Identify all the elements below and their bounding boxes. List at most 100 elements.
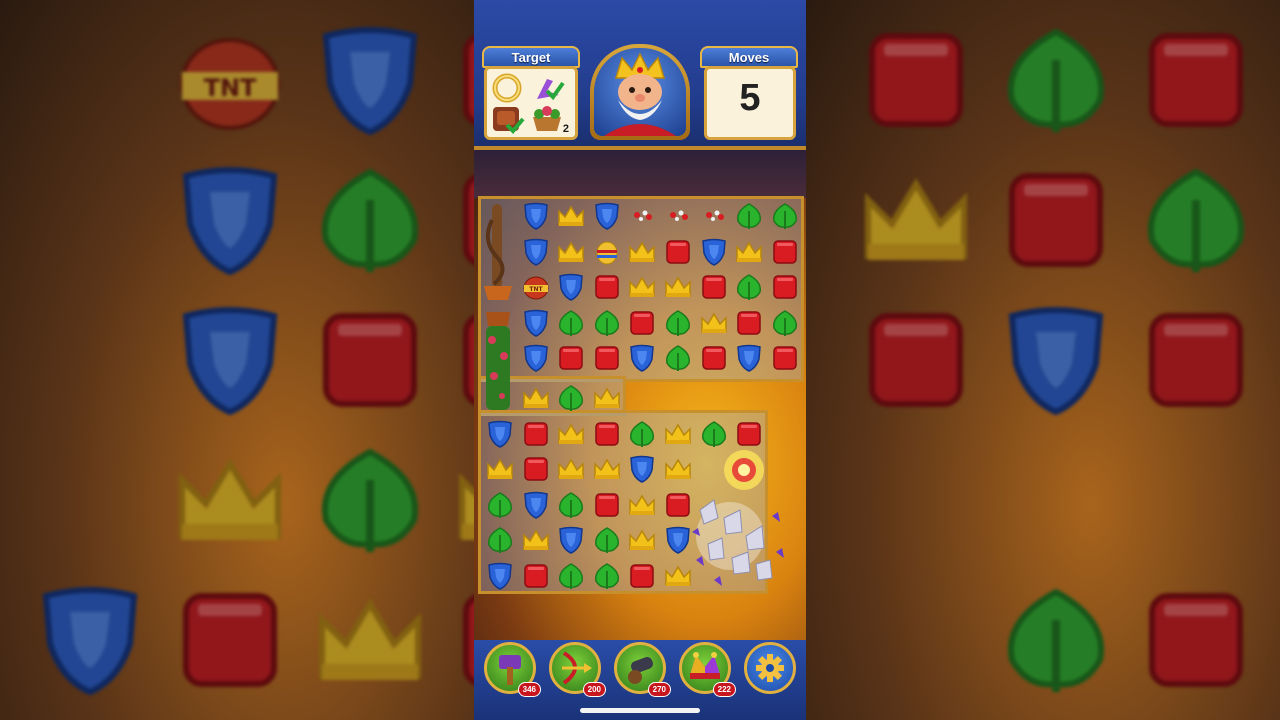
board-cell[interactable] xyxy=(624,487,660,523)
board-cell[interactable] xyxy=(482,451,518,487)
board-cell[interactable] xyxy=(660,340,696,376)
board-cell[interactable] xyxy=(589,558,625,594)
board-cell[interactable] xyxy=(696,305,732,341)
board-cell[interactable] xyxy=(518,522,554,558)
board-cell[interactable] xyxy=(624,340,660,376)
board-cell[interactable] xyxy=(660,198,696,234)
board-cell[interactable] xyxy=(482,558,518,594)
board-cell[interactable] xyxy=(624,198,660,234)
board-cell[interactable] xyxy=(767,198,803,234)
red-book-piece xyxy=(595,493,619,517)
background-tile xyxy=(310,300,430,420)
jester-booster-button[interactable]: 222 xyxy=(679,642,736,697)
board-cell[interactable] xyxy=(518,380,554,416)
background-tile xyxy=(856,300,976,420)
cannon-count: 270 xyxy=(647,682,671,697)
background-tile xyxy=(170,300,290,420)
blue-shield-piece xyxy=(488,420,512,448)
background-tile xyxy=(310,20,430,140)
board-cell[interactable] xyxy=(589,416,625,452)
board-cell[interactable] xyxy=(767,305,803,341)
board-cell[interactable] xyxy=(482,522,518,558)
vine-obstacle xyxy=(484,204,512,410)
board-cell[interactable] xyxy=(589,380,625,416)
board-cell[interactable] xyxy=(553,487,589,523)
king-portrait xyxy=(590,44,690,140)
board-cell[interactable] xyxy=(624,416,660,452)
board-cell[interactable] xyxy=(553,198,589,234)
gold-ring-icon xyxy=(492,73,522,103)
arrow-booster-button[interactable]: 200 xyxy=(549,642,606,697)
background-tile xyxy=(450,580,474,700)
board-cell[interactable]: TNT xyxy=(518,269,554,305)
board-cell[interactable] xyxy=(660,305,696,341)
board-cell[interactable] xyxy=(553,416,589,452)
board-cell[interactable] xyxy=(553,380,589,416)
board-cell[interactable] xyxy=(553,558,589,594)
settings-button[interactable] xyxy=(744,642,796,694)
board-cell[interactable] xyxy=(553,522,589,558)
board-cell[interactable] xyxy=(696,269,732,305)
red-book-piece xyxy=(869,33,963,127)
board-cell[interactable] xyxy=(660,269,696,305)
board-cell[interactable] xyxy=(589,234,625,270)
board-cell[interactable] xyxy=(518,198,554,234)
yellow-crown-piece xyxy=(665,276,691,298)
board-cell[interactable] xyxy=(767,340,803,376)
board-cell[interactable] xyxy=(589,305,625,341)
board-cell[interactable] xyxy=(731,340,767,376)
board-cell[interactable] xyxy=(731,305,767,341)
board-cell[interactable] xyxy=(624,269,660,305)
board-cell[interactable] xyxy=(553,234,589,270)
board-cell[interactable] xyxy=(731,198,767,234)
green-leaf-piece xyxy=(322,168,418,272)
board-cell[interactable] xyxy=(624,305,660,341)
board-cell[interactable] xyxy=(767,234,803,270)
red-book-piece xyxy=(463,314,474,406)
green-leaf-piece xyxy=(559,563,584,589)
board-cell[interactable] xyxy=(553,269,589,305)
background-tile xyxy=(310,580,430,700)
board-cell[interactable] xyxy=(696,340,732,376)
lantern-bomb-piece xyxy=(596,241,618,265)
board-cell[interactable] xyxy=(589,487,625,523)
board-cell[interactable] xyxy=(518,305,554,341)
wooden-peg-icon xyxy=(493,107,525,134)
board-cell[interactable] xyxy=(624,522,660,558)
board-cell[interactable] xyxy=(660,234,696,270)
board-cell[interactable] xyxy=(518,451,554,487)
board-cell[interactable] xyxy=(553,340,589,376)
background-right-blur xyxy=(806,0,1280,720)
board-cell[interactable] xyxy=(731,269,767,305)
board-cell[interactable] xyxy=(482,487,518,523)
board-cell[interactable] xyxy=(553,451,589,487)
board-cell[interactable] xyxy=(767,269,803,305)
hammer-booster-button[interactable]: 346 xyxy=(484,642,541,697)
green-leaf-piece xyxy=(1008,28,1104,132)
blue-shield-piece xyxy=(559,273,583,302)
background-tile xyxy=(1136,160,1256,280)
board-cell[interactable] xyxy=(589,522,625,558)
board-cell[interactable] xyxy=(731,234,767,270)
board-cell[interactable] xyxy=(696,198,732,234)
board-cell[interactable] xyxy=(482,416,518,452)
board-cell[interactable] xyxy=(518,234,554,270)
board-cell[interactable] xyxy=(518,558,554,594)
board-cell[interactable] xyxy=(589,451,625,487)
cannon-booster-button[interactable]: 270 xyxy=(614,642,671,697)
yellow-crown-piece xyxy=(700,312,727,333)
board-cell[interactable] xyxy=(553,305,589,341)
board-cell[interactable] xyxy=(624,558,660,594)
board-cell[interactable] xyxy=(518,416,554,452)
board-cell[interactable] xyxy=(589,198,625,234)
board-cell[interactable] xyxy=(589,340,625,376)
board-cell[interactable] xyxy=(518,487,554,523)
board-cell[interactable] xyxy=(696,234,732,270)
red-book-piece xyxy=(869,313,963,407)
board-cell[interactable] xyxy=(624,234,660,270)
board-cell[interactable] xyxy=(624,451,660,487)
board-cell[interactable] xyxy=(518,340,554,376)
green-leaf-piece xyxy=(665,345,691,372)
yellow-crown-piece xyxy=(179,458,281,540)
board-cell[interactable] xyxy=(589,269,625,305)
